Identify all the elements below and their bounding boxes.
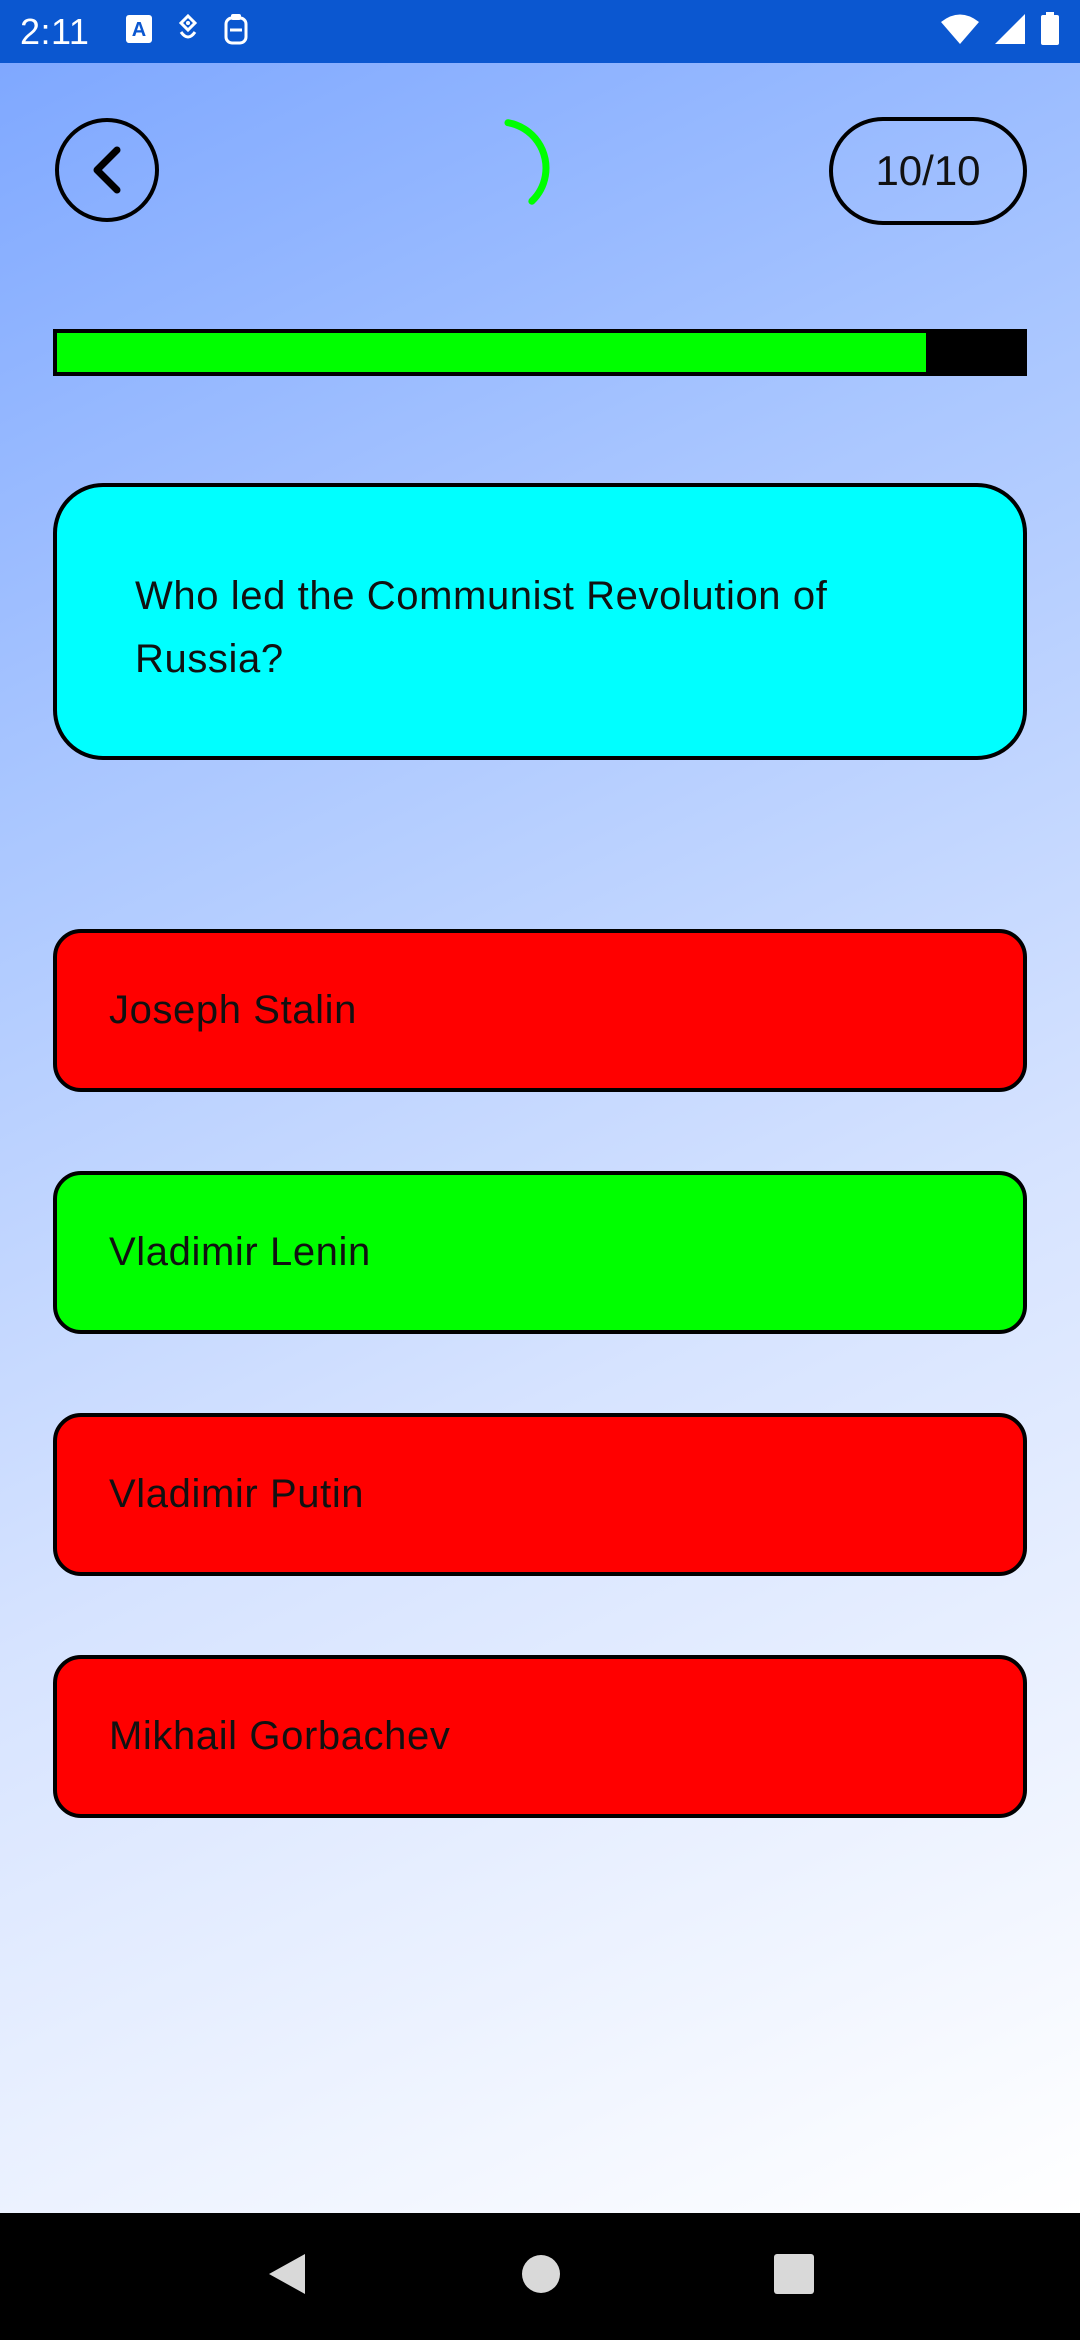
quiz-screen: 10/10 Who led the Communist Revolution o… (0, 63, 1080, 2213)
recents-square-icon[interactable] (773, 2253, 815, 2300)
back-triangle-icon[interactable] (265, 2251, 309, 2302)
answer-label: Vladimir Lenin (109, 1230, 371, 1274)
signal-icon (994, 13, 1026, 50)
answer-label: Mikhail Gorbachev (109, 1714, 451, 1758)
clipboard-icon (223, 13, 249, 50)
usb-debug-icon (175, 13, 201, 49)
system-icons (940, 12, 1060, 51)
wifi-icon (940, 13, 980, 50)
question-card: Who led the Communist Revolution of Russ… (53, 483, 1027, 760)
answer-label: Joseph Stalin (109, 988, 357, 1032)
svg-text:A: A (132, 19, 146, 41)
battery-icon (1040, 12, 1060, 51)
back-button[interactable] (55, 118, 159, 222)
status-time: 2:11 (20, 10, 90, 52)
timer-spinner (450, 118, 550, 218)
progress-bar (53, 329, 1027, 376)
score-text: 10/10 (875, 147, 981, 194)
answer-option[interactable]: Joseph Stalin (53, 929, 1027, 1092)
answer-option[interactable]: Vladimir Lenin (53, 1171, 1027, 1334)
navigation-bar (0, 2213, 1080, 2340)
answer-option[interactable]: Mikhail Gorbachev (53, 1655, 1027, 1818)
progress-fill (57, 333, 927, 372)
home-circle-icon[interactable] (520, 2253, 562, 2300)
notification-icons: A (125, 13, 249, 50)
status-bar: 2:11 A (0, 0, 1080, 63)
chevron-left-icon (93, 146, 121, 194)
font-icon: A (125, 14, 153, 49)
answer-label: Vladimir Putin (109, 1472, 365, 1516)
score-counter: 10/10 (829, 117, 1027, 225)
question-text: Who led the Communist Revolution of Russ… (135, 574, 828, 681)
answer-option[interactable]: Vladimir Putin (53, 1413, 1027, 1576)
